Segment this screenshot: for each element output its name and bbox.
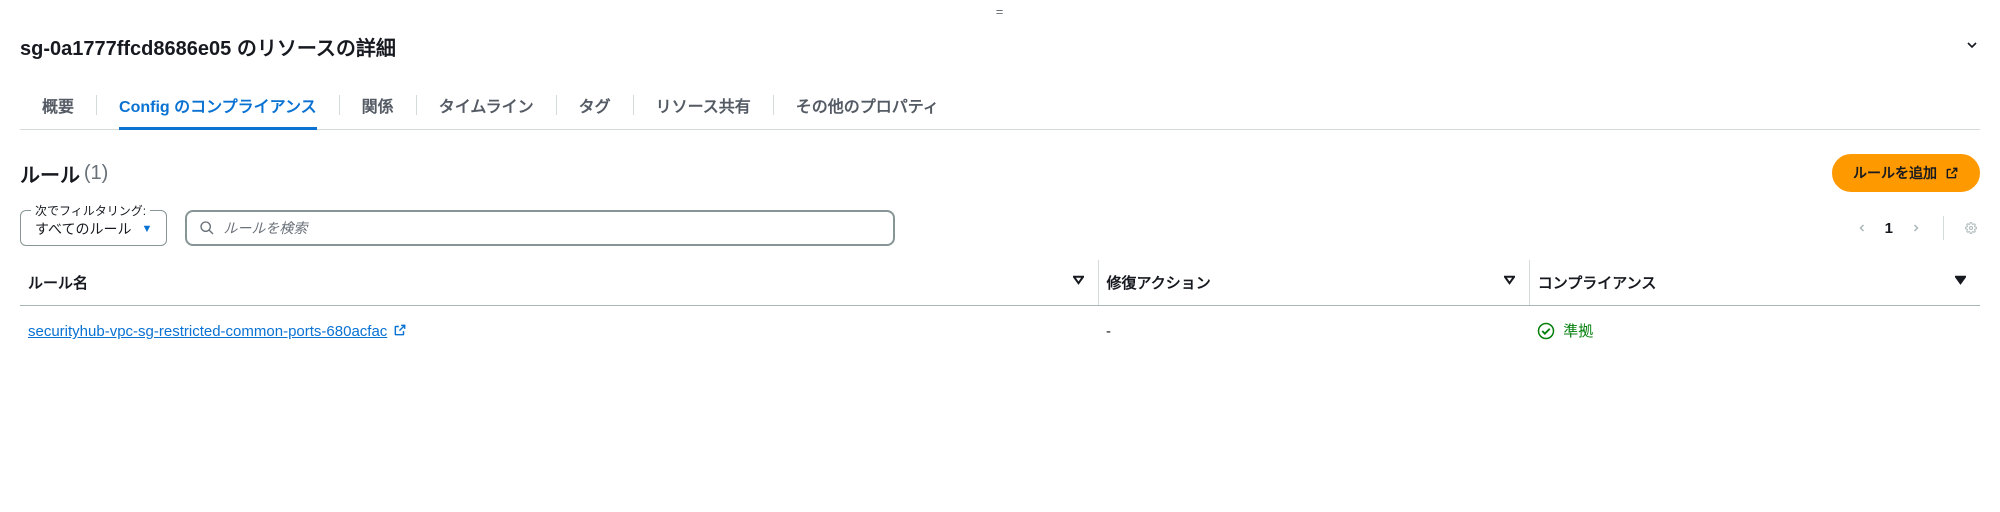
details-header: sg-0a1777ffcd8686e05 のリソースの詳細 — [20, 28, 1980, 75]
rules-header: ルール (1) ルールを追加 — [20, 154, 1980, 192]
rules-count: (1) — [84, 162, 108, 185]
tab-config-compliance[interactable]: Config のコンプライアンス — [119, 81, 317, 129]
remediation-cell: - — [1098, 306, 1529, 358]
col-remediation-label: 修復アクション — [1107, 275, 1211, 292]
pager-prev[interactable] — [1853, 219, 1871, 237]
sort-icon — [1073, 272, 1084, 289]
rules-table: ルール名 修復アクション コンプライアンス securityhub-vpc-sg… — [20, 260, 1980, 358]
col-rule-name-label: ルール名 — [28, 275, 88, 292]
col-remediation[interactable]: 修復アクション — [1098, 260, 1529, 306]
pager: 1 — [1853, 216, 1980, 240]
tab-tags[interactable]: タグ — [579, 81, 611, 129]
tabs: 概要 Config のコンプライアンス 関係 タイムライン タグ リソース共有 … — [20, 81, 1980, 130]
page-title: sg-0a1777ffcd8686e05 のリソースの詳細 — [20, 32, 1956, 61]
tab-other-properties[interactable]: その他のプロパティ — [796, 81, 939, 129]
col-compliance[interactable]: コンプライアンス — [1529, 260, 1980, 306]
pager-next[interactable] — [1907, 219, 1925, 237]
tab-separator — [339, 95, 340, 115]
rules-title: ルール — [20, 159, 80, 188]
chevron-right-icon — [1910, 222, 1922, 234]
caret-down-icon: ▼ — [141, 223, 152, 235]
chevron-down-icon — [1964, 37, 1980, 53]
separator — [1943, 216, 1944, 240]
table-row[interactable]: securityhub-vpc-sg-restricted-common-por… — [20, 306, 1980, 358]
chevron-left-icon — [1856, 222, 1868, 234]
tab-relationships[interactable]: 関係 — [362, 81, 394, 129]
compliance-text: 準拠 — [1563, 320, 1593, 341]
col-rule-name[interactable]: ルール名 — [20, 260, 1098, 306]
tab-overview[interactable]: 概要 — [42, 81, 74, 129]
settings-button[interactable] — [1962, 219, 1980, 237]
filter-dropdown[interactable]: 次でフィルタリング: すべてのルール ▼ — [20, 210, 167, 246]
drag-handle[interactable]: = — [20, 8, 1980, 22]
sort-icon-active — [1955, 272, 1966, 289]
sort-icon — [1504, 272, 1515, 289]
pager-current: 1 — [1885, 220, 1893, 237]
rule-name-text: securityhub-vpc-sg-restricted-common-por… — [28, 323, 387, 340]
search-icon — [199, 220, 215, 236]
tab-separator — [773, 95, 774, 115]
add-rule-label: ルールを追加 — [1853, 163, 1937, 183]
gear-icon — [1965, 222, 1977, 234]
tab-resource-sharing[interactable]: リソース共有 — [656, 81, 751, 129]
collapse-toggle[interactable] — [1956, 37, 1980, 56]
search-input[interactable] — [223, 220, 881, 236]
search-box[interactable] — [185, 210, 895, 246]
tab-separator — [96, 95, 97, 115]
filter-legend: 次でフィルタリング: — [31, 202, 150, 219]
col-compliance-label: コンプライアンス — [1538, 275, 1657, 292]
filter-row: 次でフィルタリング: すべてのルール ▼ 1 — [20, 210, 1980, 246]
tab-separator — [556, 95, 557, 115]
rule-link[interactable]: securityhub-vpc-sg-restricted-common-por… — [28, 323, 407, 341]
external-link-icon — [1945, 166, 1959, 180]
tab-separator — [416, 95, 417, 115]
check-circle-icon — [1537, 322, 1555, 340]
tab-separator — [633, 95, 634, 115]
filter-value: すべてのルール — [35, 219, 141, 239]
compliance-status: 準拠 — [1537, 320, 1593, 341]
external-link-icon — [393, 323, 407, 341]
add-rule-button[interactable]: ルールを追加 — [1832, 154, 1980, 192]
tab-timeline[interactable]: タイムライン — [439, 81, 534, 129]
